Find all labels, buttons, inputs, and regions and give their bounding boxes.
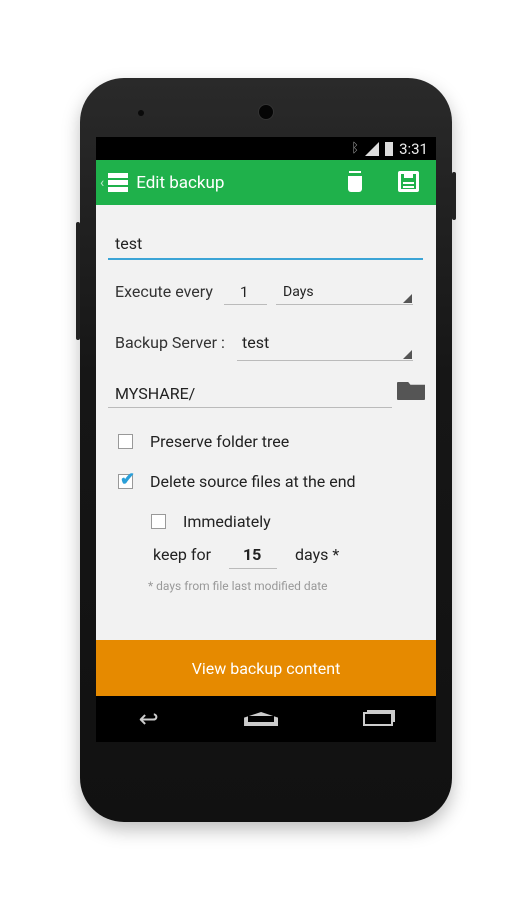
immediately-checkbox[interactable] <box>151 514 166 529</box>
server-select[interactable]: test <box>242 333 269 352</box>
home-icon[interactable] <box>244 712 279 726</box>
back-chevron-icon[interactable]: ‹ <box>100 175 104 191</box>
dropdown-arrow-icon <box>403 294 412 303</box>
earpiece <box>258 104 274 120</box>
checkmark-icon: ✔ <box>120 469 136 490</box>
power-button <box>452 172 456 220</box>
keep-unit-label: days * <box>295 545 340 564</box>
preserve-folder-label: Preserve folder tree <box>150 432 290 451</box>
status-bar: ᛒ 3:31 <box>96 137 436 160</box>
volume-button <box>76 222 80 340</box>
delete-source-checkbox[interactable]: ✔ <box>118 469 135 490</box>
save-icon[interactable] <box>398 171 419 192</box>
name-underline <box>108 258 423 260</box>
immediately-label: Immediately <box>183 512 271 531</box>
keep-for-label: keep for <box>153 545 211 564</box>
screen: ᛒ 3:31 ‹ Edit backup test Execute every … <box>96 137 436 742</box>
page-title: Edit backup <box>136 172 225 193</box>
dropdown-arrow-icon <box>403 350 412 359</box>
navigation-bar: ↩ <box>96 696 436 742</box>
recent-apps-icon[interactable] <box>363 712 394 726</box>
action-bar: ‹ Edit backup <box>96 160 436 205</box>
server-underline <box>237 360 413 361</box>
server-label: Backup Server : <box>115 333 225 352</box>
path-underline <box>108 407 392 408</box>
clock: 3:31 <box>399 139 428 158</box>
path-input[interactable]: MYSHARE/ <box>115 384 195 403</box>
delete-icon[interactable] <box>348 173 362 192</box>
preserve-folder-checkbox[interactable] <box>118 434 133 449</box>
bluetooth-icon: ᛒ <box>351 141 360 156</box>
back-icon[interactable]: ↩ <box>139 705 159 733</box>
execute-label: Execute every <box>115 282 213 301</box>
execute-interval-input[interactable]: 1 <box>240 283 248 301</box>
signal-icon <box>365 141 380 156</box>
front-camera <box>138 110 144 116</box>
folder-browse-icon[interactable] <box>397 382 425 400</box>
keep-days-input[interactable]: 15 <box>243 545 261 564</box>
interval-underline <box>224 304 267 305</box>
battery-icon <box>385 141 394 156</box>
execute-unit-select[interactable]: Days <box>283 284 314 300</box>
keep-underline <box>229 568 277 569</box>
app-server-icon[interactable] <box>108 173 129 192</box>
backup-name-input[interactable]: test <box>115 234 142 253</box>
view-backup-content-button[interactable]: View backup content <box>96 640 436 696</box>
note-text: * days from file last modified date <box>148 579 328 593</box>
unit-underline <box>276 304 413 305</box>
delete-source-label: Delete source files at the end <box>150 472 356 491</box>
